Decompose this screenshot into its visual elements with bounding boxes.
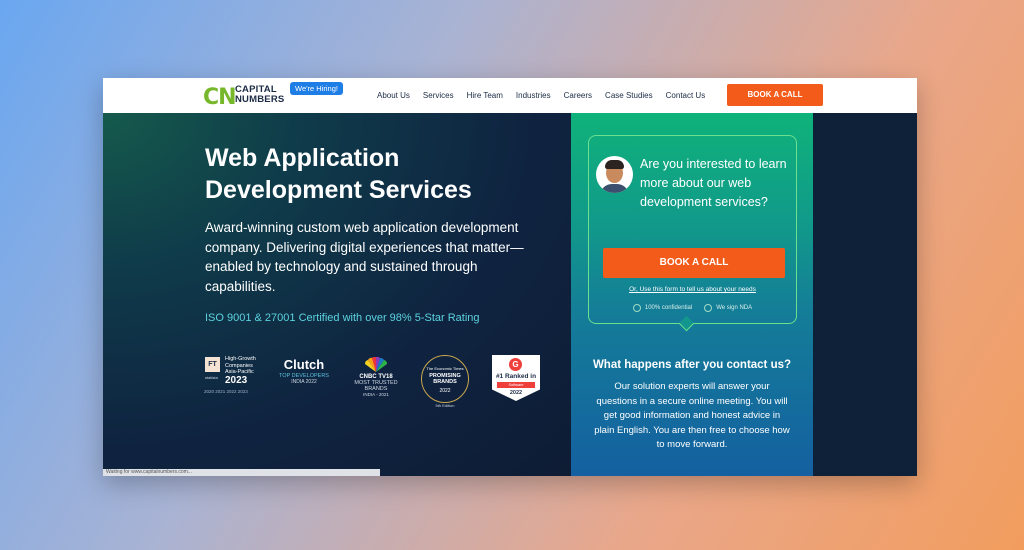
browser-status-bar: Waiting for www.capitalnumbers.com... [103, 469, 380, 476]
promising-line-0: The Economic Times [426, 366, 464, 371]
promising-line-2: BRANDS [433, 379, 457, 385]
hiring-badge[interactable]: We're Hiring! [290, 82, 343, 95]
clutch-badge: Clutch TOP DEVELOPERS INDIA 2022 [273, 355, 335, 411]
certification-text: ISO 9001 & 27001 Certified with over 98%… [205, 312, 480, 324]
avatar-shirt [600, 184, 629, 193]
page-background-right [813, 113, 917, 476]
hero-title: Web Application Development Services [205, 144, 472, 204]
ft-award-badge: FT High-Growth Companies Asia-Pacific st… [203, 355, 263, 411]
ft-year: 2023 [225, 375, 248, 386]
contact-question: Are you interested to learn more about o… [640, 157, 787, 209]
contact-panel: Are you interested to learn more about o… [571, 113, 813, 476]
nav-industries[interactable]: Industries [516, 91, 551, 100]
statista-text: statista [205, 375, 218, 380]
award-badges: FT High-Growth Companies Asia-Pacific st… [203, 355, 548, 411]
g2-logo-icon: G [509, 358, 522, 371]
g2-badge: G #1 Ranked in Software Development 2022 [491, 355, 543, 411]
ft-line-1: High-Growth [225, 356, 256, 362]
confidential-check: 100% confidential [632, 304, 693, 312]
avatar-hair [605, 160, 624, 169]
avatar [596, 156, 633, 193]
main-nav: About Us Services Hire Team Industries C… [377, 78, 718, 113]
logo-line-2: NUMBERS [235, 94, 285, 105]
nav-services[interactable]: Services [423, 91, 454, 100]
contact-form-link[interactable]: Or, Use this form to tell us about your … [589, 286, 796, 293]
navbar: CN CAPITAL NUMBERS We're Hiring! About U… [103, 78, 917, 114]
capital-numbers-logo[interactable]: CN CAPITAL NUMBERS [203, 83, 298, 111]
book-call-button-header[interactable]: BOOK A CALL [727, 84, 823, 106]
nav-about-us[interactable]: About Us [377, 91, 410, 100]
nav-careers[interactable]: Careers [564, 91, 592, 100]
clutch-name: Clutch [283, 357, 325, 372]
clutch-line-2: INDIA 2022 [291, 379, 317, 385]
g2-category: Software Development [497, 382, 535, 393]
ft-award-text: High-Growth Companies Asia-Pacific [225, 356, 256, 376]
logo-mark: CN [203, 85, 237, 110]
nav-hire-team[interactable]: Hire Team [467, 91, 503, 100]
check-circle-icon [704, 304, 713, 312]
promising-edition: 5th Edition [435, 403, 455, 408]
browser-window: CN CAPITAL NUMBERS We're Hiring! About U… [103, 78, 917, 476]
promising-brands-badge: The Economic Times PROMISING BRANDS 2022… [419, 355, 471, 411]
promising-text: The Economic Times PROMISING BRANDS [419, 366, 471, 386]
after-contact-text: Our solution experts will answer your qu… [594, 381, 790, 450]
nda-check: We sign NDA [704, 304, 752, 312]
promising-year: 2022 [439, 388, 451, 394]
ft-logo: FT [205, 357, 220, 372]
confidential-label: 100% confidential [644, 305, 693, 311]
nav-case-studies[interactable]: Case Studies [605, 91, 653, 100]
ft-years: 2020 2021 2022 2023 [204, 389, 248, 394]
peacock-icon [363, 356, 389, 373]
book-call-button[interactable]: BOOK A CALL [603, 248, 785, 278]
g2-rank: #1 Ranked in [495, 373, 537, 380]
cnbc-line-3: INDIA - 2021 [363, 392, 389, 397]
g2-year: 2022 [509, 390, 523, 396]
logo-text: CAPITAL NUMBERS [235, 85, 284, 105]
nda-label: We sign NDA [716, 305, 753, 311]
contact-card: Are you interested to learn more about o… [588, 135, 797, 332]
hero-description: Award-winning custom web application dev… [205, 220, 524, 294]
nav-contact-us[interactable]: Contact Us [666, 91, 706, 100]
after-contact-title: What happens after you contact us? [592, 359, 792, 371]
trust-checks: 100% confidential We sign NDA [589, 304, 796, 312]
hero-section: Web Application Development Services Awa… [103, 113, 571, 476]
speech-bubble-tail [678, 315, 695, 332]
cnbc-badge: CNBC TV18 MOST TRUSTED BRANDS INDIA - 20… [349, 355, 403, 411]
check-circle-icon [632, 304, 641, 312]
